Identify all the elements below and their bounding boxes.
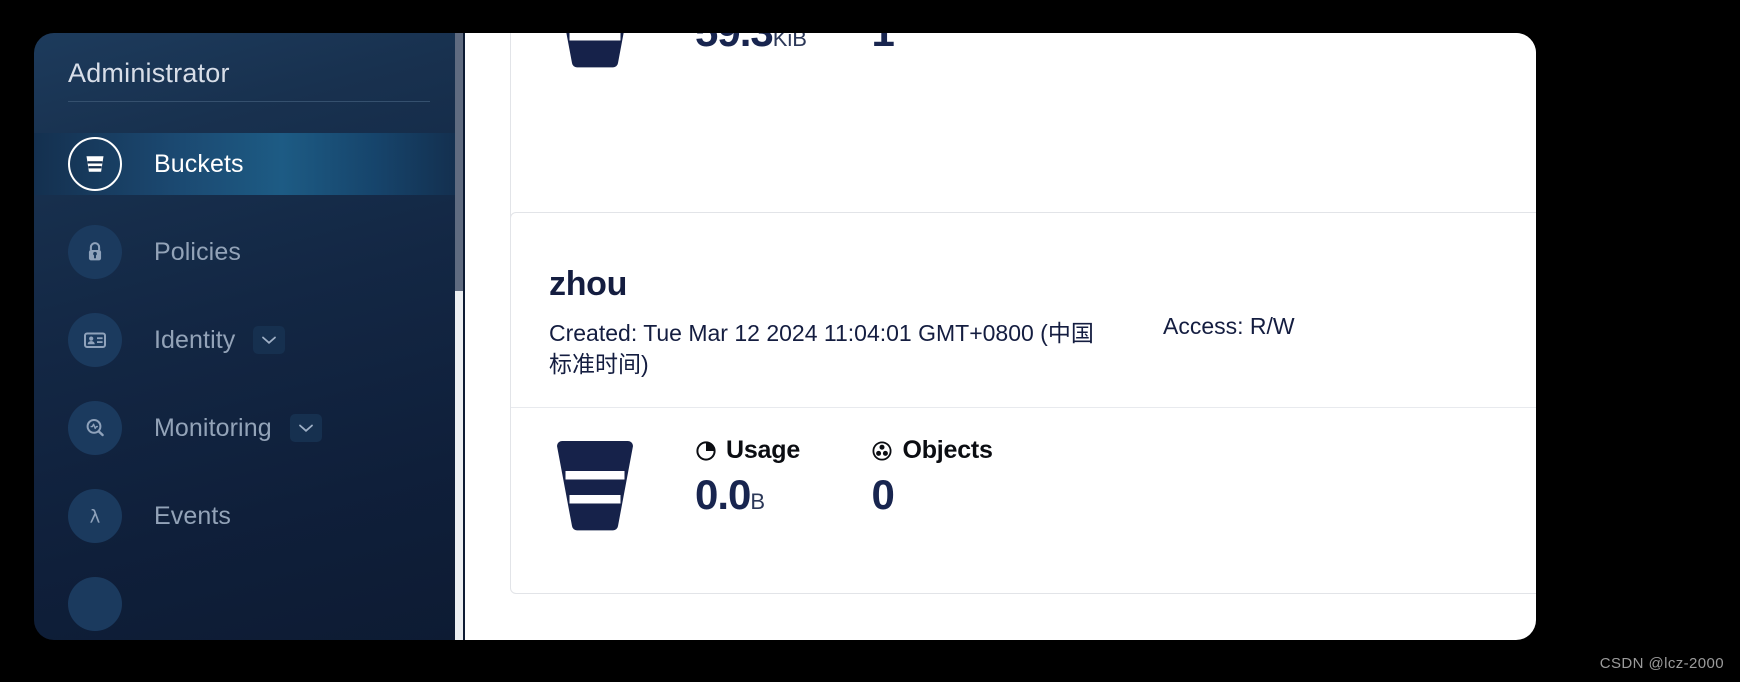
bucket-icon <box>553 440 637 540</box>
usage-unit: B <box>750 489 766 515</box>
svg-text:λ: λ <box>90 507 101 528</box>
sidebar-item-events[interactable]: λ Events <box>34 485 462 547</box>
sidebar-item-monitoring[interactable]: Monitoring <box>34 397 462 459</box>
sidebar-item-buckets[interactable]: Buckets <box>34 133 462 195</box>
bucket-card-header: zhou Created: Tue Mar 12 2024 11:04:01 G… <box>511 213 1536 379</box>
app-window: Administrator Buckets Policies Identity … <box>0 0 1740 682</box>
main-content-panel: Usage 59.3KiB <box>465 33 1536 640</box>
objects-value: 1 <box>871 33 1043 56</box>
sidebar-item-next-partial[interactable] <box>34 573 462 635</box>
circle-icon <box>68 577 122 631</box>
usage-value: 0.0B <box>695 471 867 519</box>
bucket-access: Access: R/W <box>1163 313 1295 339</box>
bucket-usage-stat: Usage 59.3KiB <box>695 33 867 56</box>
sidebar-item-label: Monitoring <box>154 413 272 442</box>
id-card-icon <box>68 313 122 367</box>
bucket-stats-row: Usage 0.0B Objects 0 <box>511 408 1536 540</box>
objects-label: Objects <box>902 436 993 465</box>
bucket-stat-group: Usage 59.3KiB <box>695 33 1043 56</box>
lambda-icon: λ <box>68 489 122 543</box>
watermark: CSDN @lcz-2000 <box>1599 655 1724 672</box>
objects-header: Objects <box>871 436 1043 465</box>
objects-number: 1 <box>871 33 894 55</box>
usage-label: Usage <box>726 436 801 465</box>
sidebar-item-label: Policies <box>154 237 241 266</box>
usage-number: 59.3 <box>695 33 774 55</box>
bucket-objects-stat: Objects 1 <box>871 33 1043 56</box>
bucket-name: zhou <box>549 265 628 303</box>
sidebar-item-label: Buckets <box>154 149 244 178</box>
objects-number: 0 <box>871 471 894 519</box>
sidebar-divider <box>68 101 430 102</box>
bucket-objects-stat: Objects 0 <box>871 436 1043 519</box>
pie-chart-icon <box>695 440 717 462</box>
bucket-created: Created: Tue Mar 12 2024 11:04:01 GMT+08… <box>549 320 1094 377</box>
bucket-stat-group: Usage 0.0B Objects 0 <box>695 436 1043 519</box>
magnifier-pulse-icon <box>68 401 122 455</box>
bucket-icon <box>553 33 637 77</box>
bucket-card[interactable]: zhou Created: Tue Mar 12 2024 11:04:01 G… <box>510 212 1536 594</box>
usage-unit: KiB <box>772 33 807 51</box>
usage-value: 59.3KiB <box>695 33 867 56</box>
sidebar-title: Administrator <box>68 58 230 88</box>
sidebar-nav-list: Buckets Policies Identity Monitoring λ E… <box>34 133 462 640</box>
chevron-down-icon[interactable] <box>289 414 322 442</box>
usage-number: 0.0 <box>695 471 751 519</box>
sidebar-item-policies[interactable]: Policies <box>34 221 462 283</box>
bucket-card[interactable]: Usage 59.3KiB <box>510 33 1536 230</box>
objects-icon <box>871 440 893 462</box>
bucket-usage-stat: Usage 0.0B <box>695 436 867 519</box>
sidebar-item-identity[interactable]: Identity <box>34 309 462 371</box>
chevron-down-icon[interactable] <box>253 326 286 354</box>
objects-value: 0 <box>871 471 1043 519</box>
sidebar-item-label: Events <box>154 501 232 530</box>
sidebar-scrollbar-thumb[interactable] <box>455 33 463 291</box>
usage-header: Usage <box>695 436 867 465</box>
bucket-stats-row: Usage 59.3KiB <box>511 33 1536 77</box>
lock-icon <box>68 225 122 279</box>
sidebar: Administrator Buckets Policies Identity … <box>34 33 462 640</box>
bucket-icon <box>68 137 122 191</box>
sidebar-item-label: Identity <box>154 325 236 354</box>
